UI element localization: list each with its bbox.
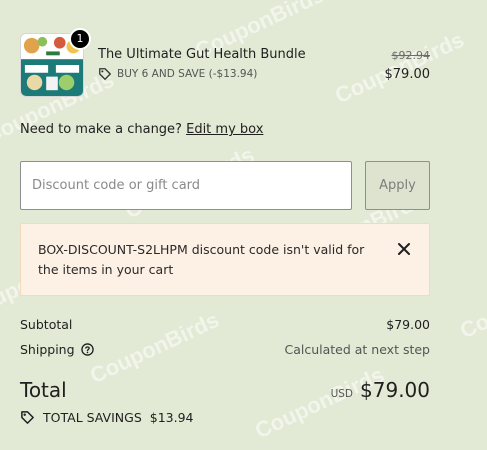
discount-form: Apply <box>20 161 430 210</box>
product-name: The Ultimate Gut Health Bundle <box>98 47 306 62</box>
total-amount: $79.00 <box>360 378 430 402</box>
savings-value: $13.94 <box>149 410 194 425</box>
tag-icon <box>99 68 111 80</box>
quantity-badge: 1 <box>69 28 91 50</box>
edit-box-link[interactable]: Edit my box <box>186 122 263 137</box>
subtotal-label: Subtotal <box>20 317 73 332</box>
change-prompt: Need to make a change? Edit my box <box>20 122 263 137</box>
subtotal-row: Subtotal $79.00 <box>20 317 430 332</box>
line-price: $79.00 <box>384 67 431 82</box>
shipping-row: Shipping Calculated at next step <box>20 342 430 357</box>
total-savings: TOTAL SAVINGS $13.94 <box>20 410 194 425</box>
close-icon[interactable] <box>397 242 411 256</box>
watermark: CouponBirds <box>456 261 487 344</box>
shipping-label: Shipping <box>20 342 75 357</box>
total-row: Total USD $79.00 <box>20 376 430 406</box>
original-price: $92.94 <box>391 49 431 62</box>
help-icon[interactable] <box>80 343 94 356</box>
product-discount: BUY 6 AND SAVE (-$13.94) <box>98 67 257 81</box>
currency-code: USD <box>330 388 354 400</box>
error-message: BOX-DISCOUNT-S2LHPM discount code isn't … <box>38 242 365 277</box>
apply-button[interactable]: Apply <box>365 161 430 210</box>
discount-label: BUY 6 AND SAVE (-$13.94) <box>117 68 258 80</box>
discount-code-input[interactable] <box>20 161 352 210</box>
total-label: Total <box>20 378 67 402</box>
shipping-value: Calculated at next step <box>284 342 430 357</box>
discount-error-banner: BOX-DISCOUNT-S2LHPM discount code isn't … <box>20 223 430 296</box>
cart-line-item: 1 The Ultimate Gut Health Bundle BUY 6 A… <box>20 28 431 97</box>
tag-icon <box>21 411 34 424</box>
subtotal-value: $79.00 <box>386 317 430 332</box>
savings-label: TOTAL SAVINGS <box>43 410 142 425</box>
change-prompt-text: Need to make a change? <box>20 122 182 137</box>
